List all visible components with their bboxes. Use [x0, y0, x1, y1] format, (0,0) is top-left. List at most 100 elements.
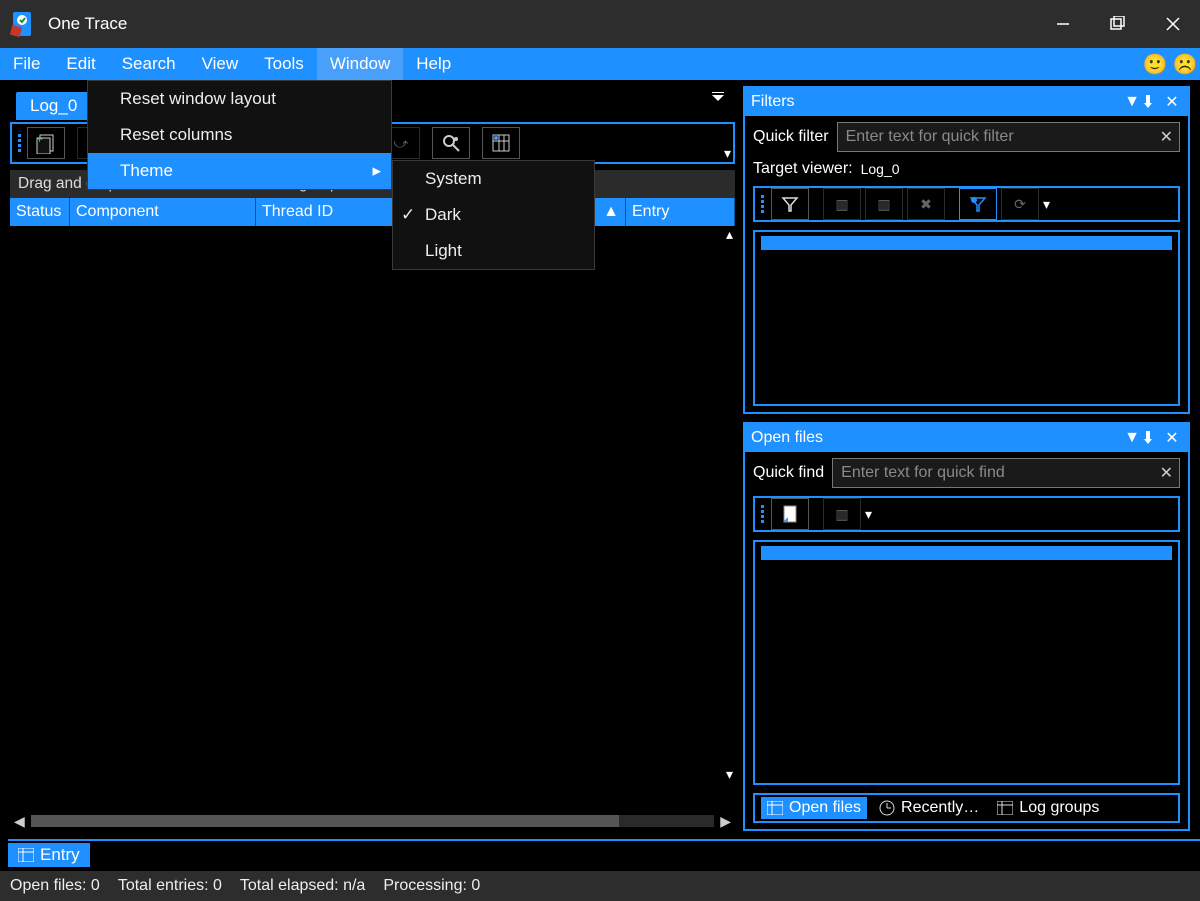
maximize-button[interactable]: [1090, 0, 1145, 48]
tab-open-files[interactable]: Open files: [761, 797, 867, 819]
scrollbar-thumb[interactable]: [31, 815, 619, 827]
quick-filter-placeholder: Enter text for quick filter: [846, 128, 1014, 146]
close-button[interactable]: [1145, 0, 1200, 48]
openfiles-tool-2[interactable]: ▥: [823, 498, 861, 530]
tab-options-icon[interactable]: [711, 92, 725, 106]
side-panels: Filters ▼ ✕ Quick filter Enter text for …: [743, 86, 1190, 831]
menubar: File Edit Search View Tools Window Help …: [0, 48, 1200, 80]
toolbar-overflow-icon[interactable]: ▾: [1043, 196, 1050, 213]
check-icon: ✓: [401, 205, 415, 225]
filter-tool-4[interactable]: ✖: [907, 188, 945, 220]
open-files-list[interactable]: [753, 540, 1180, 785]
clear-icon[interactable]: ✕: [1160, 463, 1173, 483]
scroll-up-icon[interactable]: ▴: [726, 226, 733, 243]
quick-find-placeholder: Enter text for quick find: [841, 464, 1005, 482]
right-bottom-tabs: Open files Recently… Log groups: [753, 793, 1180, 823]
menu-edit[interactable]: Edit: [53, 48, 108, 80]
column-header-component[interactable]: Component: [70, 198, 256, 226]
filters-panel-header[interactable]: Filters ▼ ✕: [745, 88, 1188, 116]
menu-view[interactable]: View: [189, 48, 252, 80]
entry-tab[interactable]: Entry: [8, 843, 90, 867]
menu-help[interactable]: Help: [403, 48, 464, 80]
theme-submenu: System ✓Dark Light: [392, 160, 595, 270]
menu-item-theme[interactable]: Theme▸: [88, 153, 391, 189]
open-files-panel: Open files ▼ ✕ Quick find Enter text for…: [743, 422, 1190, 831]
feedback-happy-icon[interactable]: 🙂: [1140, 48, 1170, 80]
entry-tab-row: Entry: [8, 839, 1200, 869]
scroll-down-icon[interactable]: ▾: [726, 766, 733, 783]
filter-tool-2[interactable]: ▥: [823, 188, 861, 220]
clear-icon[interactable]: ✕: [1160, 127, 1173, 147]
menu-item-reset-window-layout[interactable]: Reset window layout: [88, 81, 391, 117]
filters-panel-title: Filters: [751, 93, 795, 111]
status-processing: Processing: 0: [383, 877, 480, 895]
clock-icon: [879, 800, 895, 816]
filters-toolbar: ▥ ▥ ✖ ⟳ ▾: [753, 186, 1180, 222]
toolbar-button-columns[interactable]: [482, 127, 520, 159]
theme-option-light[interactable]: Light: [393, 233, 594, 269]
panel-close-icon[interactable]: ✕: [1162, 92, 1182, 112]
menu-search[interactable]: Search: [109, 48, 189, 80]
app-icon: [8, 9, 38, 39]
quick-filter-input[interactable]: Enter text for quick filter ✕: [837, 122, 1180, 152]
toolbar-grip[interactable]: [759, 188, 767, 220]
sort-asc-icon: ▲: [603, 203, 619, 221]
toolbar-overflow-icon[interactable]: ▾: [865, 506, 872, 523]
log-viewer-pane: Log_0 + ▦ ✖▦ ▦ ▦ ▦ ▦ ⤺ ⤻ ▾ Drag and drop…: [10, 86, 735, 831]
toolbar-button-search[interactable]: [432, 127, 470, 159]
panel-close-icon[interactable]: ✕: [1162, 428, 1182, 448]
scroll-left-icon[interactable]: ◀: [14, 813, 25, 830]
toolbar-overflow-icon[interactable]: ▾: [724, 145, 731, 162]
horizontal-scrollbar[interactable]: ◀ ▶: [10, 811, 735, 831]
submenu-arrow-icon: ▸: [372, 161, 381, 181]
list-icon: [767, 801, 783, 815]
tab-log-groups[interactable]: Log groups: [991, 797, 1105, 819]
list-icon: [997, 801, 1013, 815]
status-open-files: Open files: 0: [10, 877, 100, 895]
filters-list[interactable]: [753, 230, 1180, 406]
list-row-selected[interactable]: [761, 546, 1172, 560]
theme-option-system[interactable]: System: [393, 161, 594, 197]
target-viewer-label: Target viewer:: [753, 160, 853, 178]
status-total-entries: Total entries: 0: [118, 877, 222, 895]
log-grid[interactable]: ▴ ▾: [10, 226, 735, 811]
quick-find-input[interactable]: Enter text for quick find ✕: [832, 458, 1180, 488]
toolbar-grip[interactable]: [759, 498, 767, 530]
menu-item-reset-columns[interactable]: Reset columns: [88, 117, 391, 153]
open-files-panel-header[interactable]: Open files ▼ ✕: [745, 424, 1188, 452]
scroll-right-icon[interactable]: ▶: [720, 813, 731, 830]
filter-tool-3[interactable]: ▥: [865, 188, 903, 220]
filter-button[interactable]: [771, 188, 809, 220]
column-header-status[interactable]: Status: [10, 198, 70, 226]
open-file-button[interactable]: [771, 498, 809, 530]
theme-option-dark[interactable]: ✓Dark: [393, 197, 594, 233]
list-row-selected[interactable]: [761, 236, 1172, 250]
menu-tools[interactable]: Tools: [251, 48, 317, 80]
statusbar: Open files: 0 Total entries: 0 Total ela…: [0, 871, 1200, 901]
filters-panel: Filters ▼ ✕ Quick filter Enter text for …: [743, 86, 1190, 414]
toolbar-grip[interactable]: [16, 124, 24, 162]
menu-window[interactable]: Window: [317, 48, 403, 80]
panel-dropdown-icon[interactable]: ▼: [1122, 429, 1142, 447]
app-title: One Trace: [48, 14, 127, 34]
filter-tool-6[interactable]: ⟳: [1001, 188, 1039, 220]
column-header-entry[interactable]: Entry: [626, 198, 735, 226]
filter-tool-active[interactable]: [959, 188, 997, 220]
menu-file[interactable]: File: [0, 48, 53, 80]
list-icon: [18, 848, 34, 862]
document-tab-log0[interactable]: Log_0: [16, 92, 91, 120]
minimize-button[interactable]: [1035, 0, 1090, 48]
add-document-button[interactable]: +: [27, 127, 65, 159]
quick-filter-label: Quick filter: [753, 128, 829, 146]
tab-recently[interactable]: Recently…: [873, 797, 985, 819]
panel-pin-icon[interactable]: [1142, 431, 1162, 445]
titlebar: One Trace: [0, 0, 1200, 48]
svg-text:+: +: [36, 132, 43, 146]
status-total-elapsed: Total elapsed: n/a: [240, 877, 365, 895]
panel-dropdown-icon[interactable]: ▼: [1122, 93, 1142, 111]
feedback-sad-icon[interactable]: ☹️: [1170, 48, 1200, 80]
open-files-panel-title: Open files: [751, 429, 823, 447]
target-viewer-value: Log_0: [861, 161, 900, 177]
panel-pin-icon[interactable]: [1142, 95, 1162, 109]
quick-find-label: Quick find: [753, 464, 824, 482]
